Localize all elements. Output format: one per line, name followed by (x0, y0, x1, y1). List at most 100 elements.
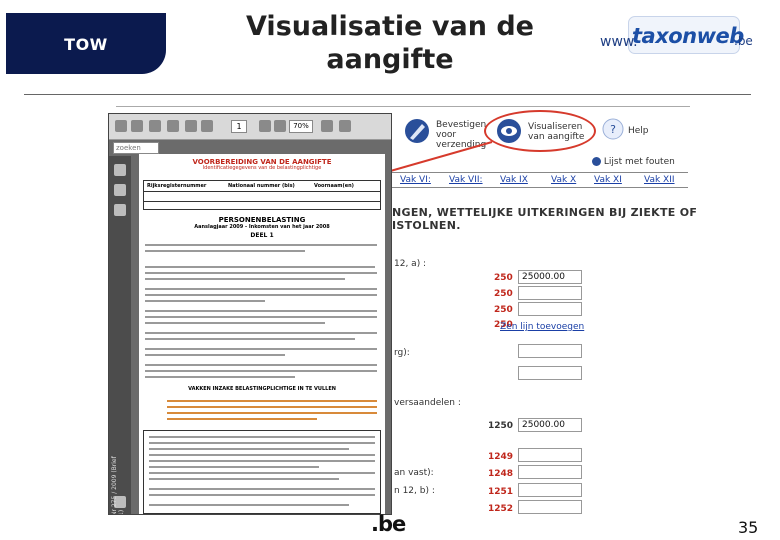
help-icon[interactable]: ? (602, 118, 624, 140)
row-code: 250 (494, 273, 513, 283)
text-line (145, 348, 377, 350)
notice-line (167, 412, 377, 414)
text-line (145, 288, 377, 290)
text-line (149, 448, 349, 450)
text-line (149, 454, 375, 456)
row-code: 1251 (488, 487, 514, 497)
text-line (149, 494, 375, 496)
row-input[interactable]: 25000.00 (518, 418, 582, 432)
pdf-toolbar: 1 70% (109, 114, 391, 140)
text-line (145, 244, 377, 246)
grid-rule (144, 201, 380, 202)
row-input[interactable] (518, 344, 582, 358)
page-number-field[interactable]: 1 (231, 120, 247, 133)
row-label: versaandelen : (394, 398, 461, 408)
error-list-label: Lijst met fouten (603, 157, 675, 167)
app-top-border (116, 106, 690, 107)
row-input[interactable] (518, 483, 582, 497)
text-line (145, 322, 325, 324)
section-tab: TOW (6, 13, 166, 74)
row-code: 1248 (488, 469, 514, 479)
taxonweb-logo: www. taxonweb .be (598, 14, 758, 60)
text-line (145, 338, 355, 340)
text-line (149, 442, 375, 444)
notice-line (167, 418, 317, 420)
doc-heading-part: DEEL 1 (250, 232, 274, 239)
section-heading-1: NGEN, WETTELIJKE UITKERINGEN BIJ ZIEKTE … (392, 206, 698, 219)
fit-page-icon[interactable] (321, 120, 333, 132)
row-input[interactable] (518, 500, 582, 514)
doc-subtitle: Identificatiegegevens van de belastingpl… (202, 165, 322, 171)
document-reference: Nr 275 / 2009 (Brief 1) (111, 456, 125, 515)
text-line (145, 272, 377, 274)
slide-title: Visualisatie van de aangifte (220, 10, 560, 76)
zoom-in-icon[interactable] (274, 120, 286, 132)
zoom-out-icon[interactable] (259, 120, 271, 132)
identification-grid: Rijksregisternummer Nationaal nummer (bi… (143, 180, 381, 210)
logo-word: taxonweb (632, 24, 744, 48)
row-input[interactable] (518, 302, 582, 316)
text-line (145, 310, 377, 312)
text-line (145, 376, 295, 378)
tab-vak-ix[interactable]: Vak IX (500, 175, 528, 185)
tab-vak-xi[interactable]: Vak XI (594, 175, 622, 185)
section-heading: NGEN, WETTELIJKE UITKERINGEN BIJ ZIEKTE … (392, 206, 697, 232)
section-heading-2: ISTOLNEN. (392, 219, 461, 232)
row-label: an vast): (394, 468, 434, 478)
grid-col-2: Nationaal nummer (bis) (228, 183, 295, 189)
text-line (145, 294, 377, 296)
tab-vak-xii[interactable]: Vak XII (644, 175, 675, 185)
row-code: 1249 (488, 452, 514, 462)
notice-line (167, 400, 377, 402)
zoom-select[interactable]: 70% (289, 120, 313, 133)
search-icon[interactable] (167, 120, 179, 132)
fit-width-icon[interactable] (339, 120, 351, 132)
row-input[interactable] (518, 366, 582, 380)
attachments-icon[interactable] (114, 204, 126, 216)
text-line (145, 364, 377, 366)
row-input[interactable] (518, 448, 582, 462)
row-input[interactable] (518, 286, 582, 300)
print-icon[interactable] (115, 120, 127, 132)
doc-heading-sub: Aanslagjaar 2009 - Inkomsten van het jaa… (194, 224, 330, 230)
footer-brand-logo: .be (371, 512, 406, 536)
page-number: 35 (738, 518, 759, 537)
tab-vak-x[interactable]: Vak X (551, 175, 576, 185)
row-code: 1250 (488, 421, 514, 431)
error-list-icon (592, 157, 601, 166)
text-line (145, 266, 375, 268)
row-code: 250 (494, 305, 513, 315)
row-input[interactable]: 25000.00 (518, 270, 582, 284)
text-line (145, 354, 285, 356)
help-button[interactable]: Help (628, 126, 649, 136)
header-divider (24, 94, 751, 95)
svg-text:?: ? (610, 123, 616, 136)
pdf-search-input[interactable]: zoeken (113, 142, 159, 154)
lock-icon[interactable] (114, 164, 126, 176)
row-label: 12, a) : (394, 259, 427, 269)
row-input[interactable] (518, 465, 582, 479)
text-line (145, 370, 377, 372)
grid-rule (144, 191, 380, 192)
text-line (145, 300, 265, 302)
title-line-1: Visualisatie van de (246, 11, 534, 42)
notice-line (167, 406, 377, 408)
pages-icon[interactable] (114, 184, 126, 196)
email-icon[interactable] (149, 120, 161, 132)
text-line (145, 332, 377, 334)
grid-col-1: Rijksregisternummer (147, 183, 207, 189)
arrow-up-icon[interactable] (185, 120, 197, 132)
row-label: n 12, b) : (394, 486, 435, 496)
add-line-link[interactable]: Zen lijn toevoegen (500, 322, 584, 332)
save-icon[interactable] (131, 120, 143, 132)
text-line (145, 278, 345, 280)
pdf-page: VOORBEREIDING VAN DE AANGIFTE Identifica… (139, 154, 385, 514)
text-line (149, 472, 375, 474)
text-line (149, 504, 349, 506)
title-line-2: aangifte (326, 44, 454, 75)
text-line (149, 488, 375, 490)
pdf-sidebar: Nr 275 / 2009 (Brief 1) (109, 156, 131, 515)
error-list-button[interactable]: Lijst met fouten (592, 157, 684, 171)
arrow-down-icon[interactable] (201, 120, 213, 132)
section-tab-label: TOW (64, 35, 108, 54)
